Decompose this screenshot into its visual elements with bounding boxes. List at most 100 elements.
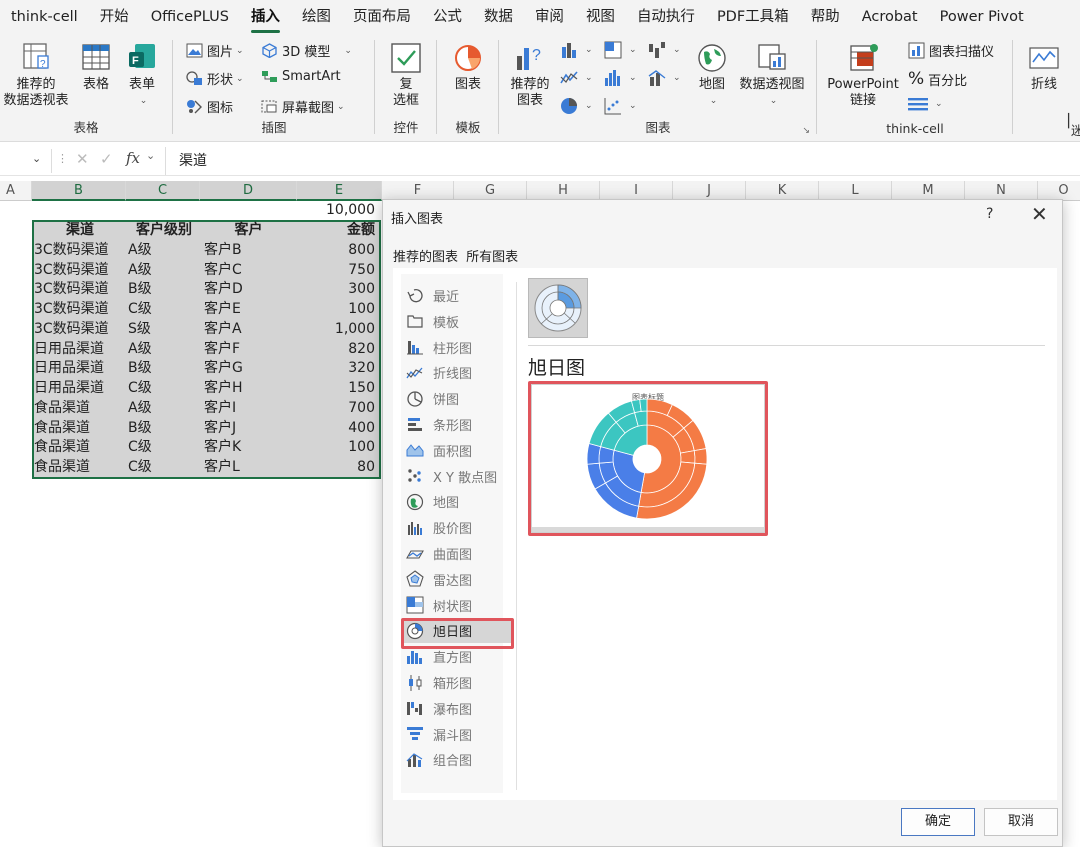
table-cell[interactable]: 食品渠道 (34, 399, 126, 419)
table-cell[interactable]: 食品渠道 (34, 438, 126, 458)
checkbox-button[interactable]: 复 选框 (384, 42, 428, 109)
chart-type-item[interactable]: 股价图 (403, 515, 515, 540)
table-cell[interactable]: 客户J (204, 419, 297, 439)
formula-input[interactable]: 渠道 (165, 147, 1080, 175)
table-cell[interactable]: 400 (297, 419, 375, 439)
chart-type-item[interactable]: 瀑布图 (403, 696, 515, 721)
menu-item-0[interactable]: think-cell (0, 0, 89, 34)
column-header-D[interactable]: D (200, 181, 297, 201)
pivot-chart-button[interactable]: 数据透视图 ⌄ (736, 42, 808, 109)
enter-icon[interactable]: ✓ (100, 150, 113, 168)
close-icon[interactable]: ✕ (1031, 202, 1048, 226)
table-cell[interactable]: 食品渠道 (34, 419, 126, 439)
cancel-icon[interactable]: ✕ (76, 150, 89, 168)
column-header-O[interactable]: O (1038, 181, 1080, 201)
column-header-C[interactable]: C (126, 181, 200, 201)
chart-type-item[interactable]: 面积图 (403, 438, 515, 463)
line-chart-button[interactable]: ⌄ (560, 69, 593, 87)
menu-item-7[interactable]: 数据 (473, 0, 524, 34)
column-chart-button[interactable]: ⌄ (560, 41, 593, 59)
screenshot-button[interactable]: 屏幕截图 ⌄ (261, 97, 345, 116)
waterfall-chart-button[interactable]: ⌄ (648, 41, 681, 59)
table-cell[interactable]: 820 (297, 340, 375, 360)
column-header-A[interactable]: A (0, 181, 32, 201)
table-cell[interactable]: 客户H (204, 379, 297, 399)
table-cell[interactable]: 800 (297, 241, 375, 261)
table-cell[interactable]: B级 (128, 359, 200, 379)
table-cell[interactable]: 3C数码渠道 (34, 261, 126, 281)
column-header-N[interactable]: N (965, 181, 1038, 201)
menu-item-3[interactable]: 插入 (240, 0, 291, 34)
table-button[interactable]: 表格 (76, 42, 116, 93)
chart-type-item[interactable]: 模板 (403, 309, 515, 334)
combo-chart-button[interactable]: ⌄ (648, 69, 681, 87)
smartart-button[interactable]: SmartArt (261, 69, 341, 84)
table-cell[interactable]: C级 (128, 438, 200, 458)
menu-item-11[interactable]: PDF工具箱 (706, 0, 800, 34)
hierarchy-chart-button[interactable]: ⌄ (604, 41, 637, 59)
column-header-E[interactable]: E (297, 181, 382, 201)
chart-type-item[interactable]: 雷达图 (403, 567, 515, 592)
cell-e1[interactable]: 10,000 (297, 201, 375, 221)
table-cell[interactable]: 客户L (204, 458, 297, 478)
table-cell[interactable]: 食品渠道 (34, 458, 126, 478)
tab-recommended-charts[interactable]: 推荐的图表 (393, 250, 458, 265)
menu-item-6[interactable]: 公式 (422, 0, 473, 34)
sunburst-subtype-thumbnail[interactable] (528, 278, 588, 338)
chart-type-item[interactable]: 箱形图 (403, 670, 515, 695)
menu-item-5[interactable]: 页面布局 (342, 0, 422, 34)
table-cell[interactable]: 客户D (204, 280, 297, 300)
table-cell[interactable]: 客户F (204, 340, 297, 360)
chart-type-item[interactable]: 曲面图 (403, 541, 515, 566)
column-header-G[interactable]: G (454, 181, 527, 201)
menu-item-12[interactable]: 帮助 (800, 0, 851, 34)
column-header-H[interactable]: H (527, 181, 600, 201)
column-header-K[interactable]: K (746, 181, 819, 201)
help-icon[interactable]: ? (986, 206, 993, 222)
table-cell[interactable]: 日用品渠道 (34, 379, 126, 399)
table-cell[interactable]: 客户E (204, 300, 297, 320)
table-cell[interactable]: 150 (297, 379, 375, 399)
dialog-launcher-icon[interactable]: ↘ (802, 126, 810, 136)
table-cell[interactable]: A级 (128, 399, 200, 419)
chart-type-item[interactable]: 树状图 (403, 593, 515, 618)
menu-item-14[interactable]: Power Pivot (929, 0, 1035, 34)
table-cell[interactable]: 3C数码渠道 (34, 241, 126, 261)
table-cell[interactable]: 700 (297, 399, 375, 419)
table-cell[interactable]: 日用品渠道 (34, 340, 126, 360)
chart-template-button[interactable]: 图表 (446, 42, 490, 93)
chart-type-item[interactable]: 组合图 (403, 747, 515, 772)
insert-function-icon[interactable]: fx (126, 149, 140, 167)
chart-type-item[interactable]: 折线图 (403, 360, 515, 385)
table-cell[interactable]: 3C数码渠道 (34, 300, 126, 320)
menu-item-4[interactable]: 绘图 (291, 0, 342, 34)
table-header-cell[interactable]: 客户 (200, 221, 297, 241)
table-cell[interactable]: 客户G (204, 359, 297, 379)
pivot-table-recommend-button[interactable]: ? 推荐的 数据透视表 (4, 42, 69, 109)
chart-type-item[interactable]: 最近 (403, 283, 515, 308)
table-cell[interactable]: 客户K (204, 438, 297, 458)
menu-item-2[interactable]: OfficePLUS (140, 0, 240, 34)
table-cell[interactable]: 客户C (204, 261, 297, 281)
table-header-cell[interactable]: 客户级别 (128, 221, 200, 241)
thinkcell-more-button[interactable]: ⌄ (908, 97, 943, 111)
column-header-J[interactable]: J (673, 181, 746, 201)
powerpoint-link-button[interactable]: PowerPoint 链接 (822, 42, 904, 109)
table-header-cell[interactable]: 渠道 (34, 221, 126, 241)
chart-type-item[interactable]: 漏斗图 (403, 722, 515, 747)
table-cell[interactable]: 300 (297, 280, 375, 300)
menu-item-8[interactable]: 审阅 (524, 0, 575, 34)
recommended-charts-button[interactable]: ? 推荐的 图表 (506, 42, 554, 109)
tab-all-charts[interactable]: 所有图表 (466, 250, 518, 265)
column-header-F[interactable]: F (382, 181, 454, 201)
column-header-I[interactable]: I (600, 181, 673, 201)
shapes-button[interactable]: 形状 ⌄ (186, 69, 244, 88)
table-cell[interactable]: 80 (297, 458, 375, 478)
table-cell[interactable]: 客户A (204, 320, 297, 340)
chart-scanner-button[interactable]: 图表扫描仪 (908, 41, 994, 60)
table-cell[interactable]: 1,000 (297, 320, 375, 340)
menu-item-1[interactable]: 开始 (89, 0, 140, 34)
menu-item-9[interactable]: 视图 (575, 0, 626, 34)
table-cell[interactable]: B级 (128, 280, 200, 300)
picture-button[interactable]: 图片 ⌄ (186, 41, 244, 60)
